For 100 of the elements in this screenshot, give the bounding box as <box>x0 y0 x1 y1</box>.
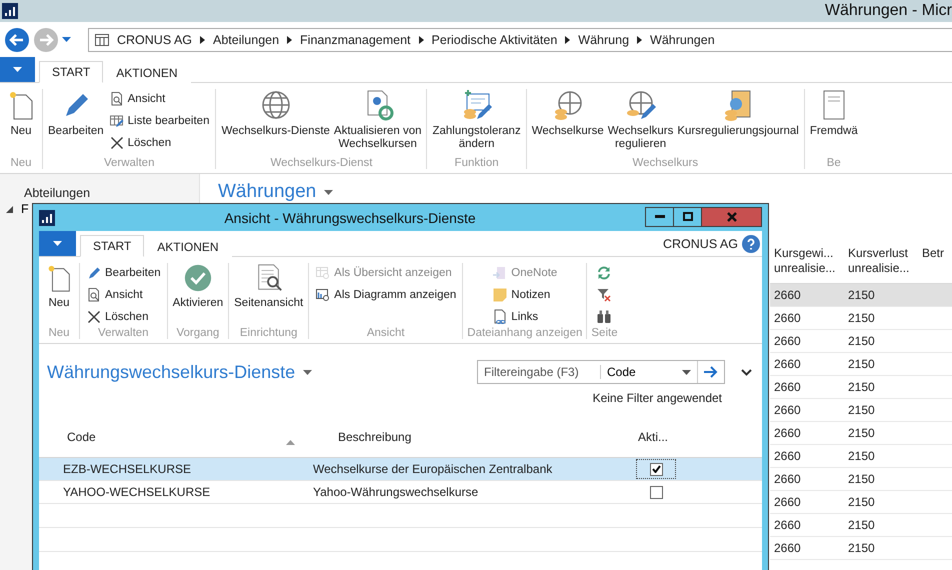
magnifier-document-icon <box>108 91 125 107</box>
close-button[interactable] <box>702 206 762 226</box>
back-icon[interactable] <box>4 26 30 52</box>
ribbon-group-label: Einrichtung <box>240 327 298 339</box>
ribbon-button[interactable]: Links <box>490 307 560 327</box>
ribbon-group-label: Wechselkurs-Dienst <box>270 157 372 169</box>
dialog-title: Ansicht - Währungswechselkurs-Dienste <box>223 210 477 226</box>
table-cell-text: 2150 <box>847 426 876 440</box>
application-menu-button[interactable] <box>39 231 76 256</box>
table-magnifier-icon <box>315 265 332 281</box>
table-cell-text: 2660 <box>773 288 802 302</box>
column-header[interactable]: Betr <box>918 246 952 283</box>
chart-magnifier-icon <box>315 287 332 303</box>
close-icon <box>726 212 736 222</box>
table-cell-text: 2660 <box>773 495 802 509</box>
checkbox[interactable] <box>650 486 662 498</box>
breadcrumb-item[interactable]: Abteilungen <box>213 32 280 46</box>
application-menu-button[interactable] <box>0 57 35 82</box>
address-bar[interactable]: CRONUS AG Abteilungen Finanzmanagement Periodische Aktivitäten Währung Währungen <box>88 28 952 52</box>
column-header[interactable]: Kursgewi... unrealisie... <box>770 246 844 283</box>
table-cell-text: 2660 <box>773 380 802 394</box>
ribbon-group-label: Funktion <box>454 157 499 169</box>
tree-toggle-icon[interactable] <box>6 206 13 212</box>
ribbon-button[interactable]: Ansicht <box>84 285 163 305</box>
ribbon-group-label: Seite <box>591 327 618 339</box>
ribbon-button[interactable]: Liste bearbeiten <box>106 111 212 131</box>
ribbon-group-label: Neu <box>10 157 32 169</box>
ribbon-button[interactable]: Aktivieren <box>172 263 224 310</box>
ribbon-button[interactable]: Als Diagramm anzeigen <box>313 285 458 305</box>
table-cell-text: 2660 <box>773 518 802 532</box>
ribbon-button[interactable]: Wechselkurs-Dienste <box>220 89 331 138</box>
breadcrumb-separator-icon <box>637 36 642 44</box>
column-header[interactable]: Code <box>39 430 310 444</box>
breadcrumb-item[interactable]: Währung <box>578 32 630 46</box>
ribbon-button[interactable]: Wechselkurs regulieren <box>606 89 674 151</box>
dropdown-caret-icon <box>303 370 312 374</box>
ribbon-tab[interactable]: START <box>39 61 104 83</box>
table-row[interactable]: 2660 2150 <box>770 284 952 307</box>
window-title: Währungen - Micr <box>824 2 952 20</box>
app-logo-icon <box>2 3 18 19</box>
ribbon-group-label: Neu <box>48 327 70 339</box>
ribbon-button[interactable]: Ansicht <box>106 89 212 109</box>
checkbox[interactable] <box>650 462 662 476</box>
filter-field-dropdown[interactable]: Code <box>601 361 698 383</box>
table-cell-text: 2660 <box>773 472 802 486</box>
ribbon-button[interactable]: Fremdwä <box>808 89 859 138</box>
breadcrumb-separator-icon <box>418 36 424 44</box>
column-header[interactable]: Kursverlust unrealisie... <box>844 246 918 283</box>
ribbon-button[interactable]: Wechselkurse <box>530 89 605 138</box>
company-name: CRONUS AG <box>662 236 738 250</box>
ribbon-group-label: Dateianhang anzeigen <box>467 327 582 339</box>
table-cell-text: 2150 <box>847 357 876 371</box>
table-cell-text: 2660 <box>773 357 802 371</box>
column-header[interactable]: Akti... <box>610 430 730 444</box>
ribbon-button[interactable]: Neu <box>43 263 75 310</box>
ribbon-tab[interactable]: START <box>80 235 144 257</box>
binoculars-icon <box>596 309 612 325</box>
minimize-button[interactable] <box>646 206 674 226</box>
ribbon-button[interactable]: Notizen <box>490 285 560 305</box>
ribbon-button[interactable]: Neu <box>4 89 38 138</box>
filter-bar[interactable]: Filtereingabe (F3) Code <box>477 360 725 384</box>
filter-clear-icon <box>596 287 612 303</box>
table-cell-text: 2150 <box>847 449 876 463</box>
breadcrumb-item[interactable]: CRONUS AG <box>117 32 192 46</box>
help-icon[interactable] <box>742 234 760 252</box>
dropdown-caret-icon <box>13 67 22 72</box>
table-cell-text: 2660 <box>773 449 802 463</box>
ribbon-button[interactable]: Seitenansicht <box>233 263 304 310</box>
ribbon-button[interactable]: Zahlungstoleranz ändern <box>431 89 522 151</box>
navigation-header: Abteilungen <box>24 186 92 200</box>
chevron-down-icon[interactable] <box>741 368 752 376</box>
ribbon-button[interactable]: Kursregulierungsjournal <box>676 89 800 138</box>
list-row[interactable]: EZB-WECHSELKURSE Wechselkurse der Europäischen Zentralbank <box>39 458 762 481</box>
table-cell-text: 2150 <box>847 403 876 417</box>
breadcrumb-separator-icon <box>565 36 570 44</box>
ribbon-button[interactable]: Löschen <box>84 307 163 327</box>
column-header[interactable]: Beschreibung <box>310 430 610 444</box>
maximize-icon <box>682 212 692 221</box>
tree-item[interactable]: F <box>21 202 29 216</box>
arrow-right-icon[interactable] <box>704 366 718 378</box>
breadcrumb-item[interactable]: Währungen <box>650 32 715 46</box>
table-cell-text: 2150 <box>847 311 876 325</box>
globe-pencil-icon <box>624 89 657 121</box>
checkmark-icon <box>652 465 660 473</box>
table-cell-text: 2660 <box>773 541 802 555</box>
ribbon-button[interactable]: Bearbeiten <box>47 89 105 138</box>
ribbon-button[interactable]: Aktualisieren von Wechselkursen <box>332 89 422 151</box>
breadcrumb-item[interactable]: Periodische Aktivitäten <box>432 32 558 46</box>
table-pencil-icon <box>108 113 125 129</box>
ribbon-button[interactable]: Bearbeiten <box>84 263 163 283</box>
refresh-icon <box>596 265 612 281</box>
ribbon-button[interactable]: Löschen <box>106 133 212 153</box>
breadcrumb-item[interactable]: Finanzmanagement <box>300 32 411 46</box>
ribbon-group-label: Wechselkurs <box>632 157 698 169</box>
page-title: Währungen <box>218 181 316 203</box>
table-cell-text: 2660 <box>773 403 802 417</box>
filter-status: Keine Filter angewendet <box>592 391 722 405</box>
breadcrumb-separator-icon <box>200 36 206 44</box>
table-cell-text: 2150 <box>847 495 876 509</box>
history-caret-icon <box>62 37 71 42</box>
